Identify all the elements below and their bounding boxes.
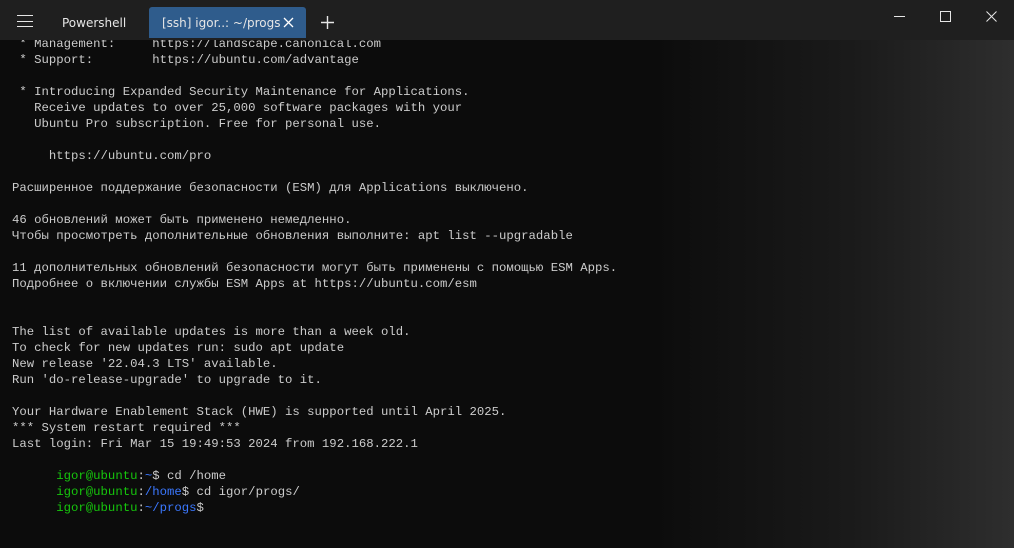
prompt-command: cd igor/progs/ xyxy=(196,485,300,499)
output-line: * Support: https://ubuntu.com/advantage xyxy=(12,53,359,67)
tab-powershell[interactable]: Powershell xyxy=(48,7,146,38)
output-line: To check for new updates run: sudo apt u… xyxy=(12,341,345,355)
prompt-user: igor@ubuntu xyxy=(56,469,138,483)
terminal-window: Powershell [ssh] igor..: ~/progs * Manag… xyxy=(0,0,1014,548)
tab-label: [ssh] igor..: ~/progs xyxy=(162,15,281,30)
output-line: *** System restart required *** xyxy=(12,421,241,435)
prompt-separator: : xyxy=(137,501,145,515)
maximize-icon xyxy=(939,10,951,22)
tab-ssh-progs[interactable]: [ssh] igor..: ~/progs xyxy=(149,7,306,38)
output-line: Подробнее о включении службы ESM Apps at… xyxy=(12,277,477,291)
prompt-user: igor@ubuntu xyxy=(56,501,138,515)
output-line: Receive updates to over 25,000 software … xyxy=(12,101,463,115)
close-icon xyxy=(283,17,293,27)
prompt-line: igor@ubuntu:~$ cd /home xyxy=(12,452,1002,483)
output-line: Run 'do-release-upgrade' to upgrade to i… xyxy=(12,373,322,387)
prompt-symbol: $ xyxy=(181,485,197,499)
output-line: Расширенное поддержание безопасности (ES… xyxy=(12,181,529,195)
close-window-button[interactable] xyxy=(968,0,1014,32)
prompt-separator: : xyxy=(137,469,145,483)
close-tab-button[interactable] xyxy=(280,14,296,30)
title-bar[interactable]: Powershell [ssh] igor..: ~/progs xyxy=(0,0,1014,40)
output-line: Last login: Fri Mar 15 19:49:53 2024 fro… xyxy=(12,437,418,451)
output-line: Ubuntu Pro subscription. Free for person… xyxy=(12,117,381,131)
maximize-button[interactable] xyxy=(922,0,968,32)
minimize-icon xyxy=(893,15,905,17)
new-tab-button[interactable] xyxy=(315,10,339,34)
menu-button[interactable] xyxy=(8,4,42,38)
tab-label: Powershell xyxy=(62,15,127,30)
prompt-path: ~/progs xyxy=(144,501,197,515)
hamburger-menu-icon xyxy=(17,15,33,27)
output-line: 11 дополнительных обновлений безопасност… xyxy=(12,261,618,275)
output-line: New release '22.04.3 LTS' available. xyxy=(12,357,278,371)
prompt-symbol: $ xyxy=(196,501,204,515)
close-icon xyxy=(985,10,997,22)
output-line: Your Hardware Enablement Stack (HWE) is … xyxy=(12,405,507,419)
output-line: The list of available updates is more th… xyxy=(12,325,411,339)
prompt-symbol: $ xyxy=(152,469,168,483)
output-line: Чтобы просмотреть дополнительные обновле… xyxy=(12,229,573,243)
minimize-button[interactable] xyxy=(876,0,922,32)
output-line: * Introducing Expanded Security Maintena… xyxy=(12,85,470,99)
prompt-command: cd /home xyxy=(167,469,227,483)
prompt-separator: : xyxy=(137,485,145,499)
output-line: https://ubuntu.com/pro xyxy=(12,149,212,163)
prompt-path: /home xyxy=(144,485,182,499)
terminal-output[interactable]: * Management: https://landscape.canonica… xyxy=(12,36,1002,546)
plus-icon xyxy=(320,15,334,29)
prompt-user: igor@ubuntu xyxy=(56,485,138,499)
output-line: 46 обновлений может быть применено немед… xyxy=(12,213,352,227)
